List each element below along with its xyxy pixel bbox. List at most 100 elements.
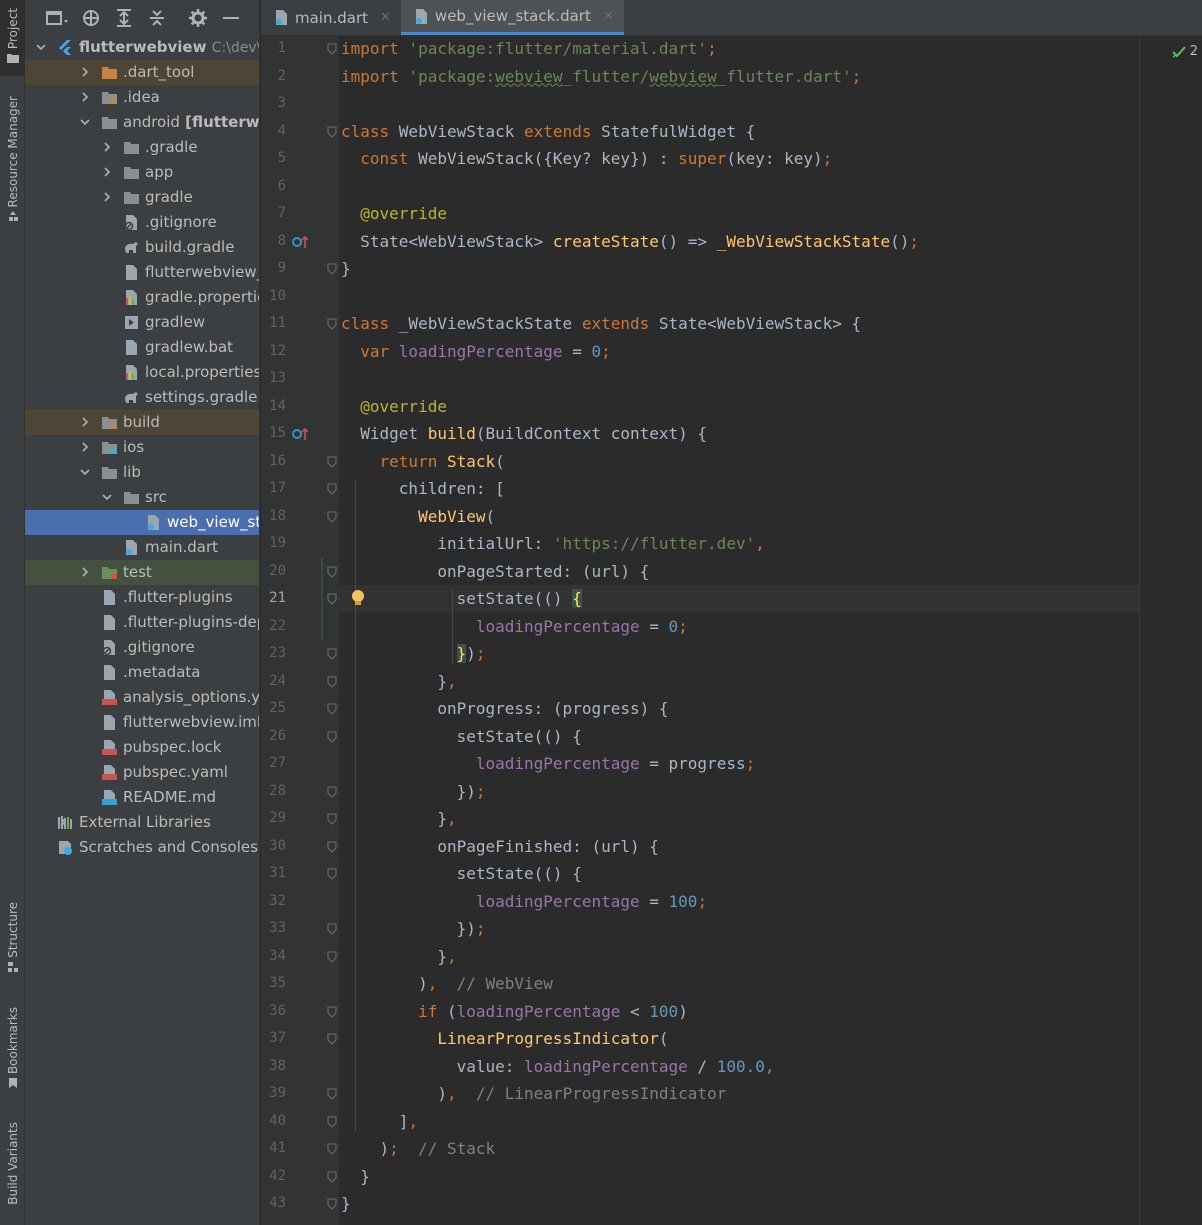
fold-marker-icon[interactable]	[327, 1198, 337, 1210]
collapse-all-button[interactable]	[140, 6, 173, 30]
locate-button[interactable]	[74, 6, 107, 30]
tree-item[interactable]: .gitignore	[25, 635, 259, 660]
tree-item[interactable]: build.gradle	[25, 235, 259, 260]
chevron-down-icon[interactable]	[79, 116, 91, 128]
chevron-right-icon[interactable]	[79, 566, 91, 578]
chevron-right-icon[interactable]	[79, 416, 91, 428]
project-tool-button[interactable]: Project	[0, 0, 25, 76]
fold-marker-icon[interactable]	[327, 1033, 337, 1045]
chevron-down-icon[interactable]	[101, 491, 113, 503]
tree-item[interactable]: web_view_stack.d	[25, 510, 259, 535]
tree-item[interactable]: Scratches and Consoles	[25, 835, 259, 860]
code-area[interactable]: 1 2 3 4 5 6 7 8 9 10 11 12 13 14 15 16 17 18 19 20 21 22 23 24 2…	[261, 36, 1202, 1225]
tree-item[interactable]: gradle	[25, 185, 259, 210]
tree-item[interactable]: android [flutterwebvie	[25, 110, 259, 135]
tool-window-stripe: Project Resource Manager Structure Bookm…	[0, 0, 25, 1225]
fold-marker-icon[interactable]	[327, 511, 337, 523]
fold-marker-icon[interactable]	[327, 841, 337, 853]
tree-item[interactable]: flutterwebview_andr	[25, 260, 259, 285]
fold-marker-icon[interactable]	[327, 1006, 337, 1018]
code-token: onPageStarted: (url) {	[341, 561, 650, 581]
code-token: (	[658, 1029, 669, 1048]
tree-item[interactable]: pubspec.lock	[25, 735, 259, 760]
tree-root-flutterwebview[interactable]: flutterwebview C:\dev\S	[25, 35, 259, 60]
close-icon[interactable]: ✕	[603, 9, 614, 24]
tree-item[interactable]: gradle.properties	[25, 285, 259, 310]
tree-item[interactable]: local.properties	[25, 360, 259, 385]
tree-item[interactable]: flutterwebview.iml	[25, 710, 259, 735]
line-number: 35	[269, 975, 286, 991]
fold-marker-icon[interactable]	[327, 923, 337, 935]
lightbulb-icon[interactable]	[351, 589, 365, 607]
chevron-right-icon[interactable]	[79, 66, 91, 78]
tree-item[interactable]: .gitignore	[25, 210, 259, 235]
tree-item[interactable]: .gradle	[25, 135, 259, 160]
tree-item[interactable]: settings.gradle	[25, 385, 259, 410]
fold-marker-icon[interactable]	[327, 731, 337, 743]
tree-item[interactable]: .flutter-plugins-depend	[25, 610, 259, 635]
chevron-right-icon[interactable]	[101, 141, 113, 153]
bookmarks-tool-button[interactable]: Bookmarks	[0, 1007, 25, 1102]
code-token: ;	[822, 149, 833, 168]
fold-marker-icon[interactable]	[327, 786, 337, 798]
tree-item[interactable]: analysis_options.yaml	[25, 685, 259, 710]
tree-item-name: gradlew	[145, 313, 206, 331]
chevron-right-icon[interactable]	[79, 441, 91, 453]
fold-marker-icon[interactable]	[327, 1088, 337, 1100]
tree-item[interactable]: README.md	[25, 785, 259, 810]
tree-item[interactable]: src	[25, 485, 259, 510]
tree-item[interactable]: .idea	[25, 85, 259, 110]
fold-marker-icon[interactable]	[327, 318, 337, 330]
tree-item[interactable]: test	[25, 560, 259, 585]
settings-button[interactable]	[181, 6, 214, 30]
chevron-right-icon[interactable]	[101, 191, 113, 203]
structure-tool-button[interactable]: Structure	[0, 902, 25, 986]
project-view-dropdown[interactable]	[41, 6, 74, 30]
tree-item[interactable]: ios	[25, 435, 259, 460]
fold-marker-icon[interactable]	[327, 648, 337, 660]
fold-marker-icon[interactable]	[327, 1143, 337, 1155]
fold-marker-icon[interactable]	[327, 593, 337, 605]
tree-item[interactable]: build	[25, 410, 259, 435]
tab-main-dart[interactable]: main.dart ✕	[261, 0, 401, 35]
tree-item[interactable]: gradlew	[25, 310, 259, 335]
tree-item[interactable]: .metadata	[25, 660, 259, 685]
close-icon[interactable]: ✕	[380, 10, 391, 25]
fold-marker-icon[interactable]	[327, 43, 337, 55]
chevron-right-icon[interactable]	[101, 166, 113, 178]
fold-marker-icon[interactable]	[327, 1116, 337, 1128]
fold-marker-icon[interactable]	[327, 676, 337, 688]
fold-marker-icon[interactable]	[327, 951, 337, 963]
inspections-widget[interactable]: 2	[1172, 44, 1202, 59]
resource-manager-tool-button[interactable]: Resource Manager	[0, 96, 25, 241]
fold-marker-icon[interactable]	[327, 813, 337, 825]
overrides-method-icon[interactable]	[292, 234, 310, 250]
code-line: ), // WebView	[341, 970, 553, 998]
fold-marker-icon[interactable]	[327, 263, 337, 275]
tree-item[interactable]: gradlew.bat	[25, 335, 259, 360]
line-number: 38	[269, 1057, 286, 1074]
tree-item[interactable]: main.dart	[25, 535, 259, 560]
tree-item[interactable]: .dart_tool	[25, 60, 259, 85]
fold-marker-icon[interactable]	[327, 1171, 337, 1183]
chevron-right-icon[interactable]	[79, 91, 91, 103]
fold-marker-icon[interactable]	[327, 868, 337, 880]
tree-item[interactable]: lib	[25, 460, 259, 485]
fold-marker-icon[interactable]	[327, 483, 337, 495]
tree-item[interactable]: pubspec.yaml	[25, 760, 259, 785]
line-number: 16	[269, 452, 286, 469]
overrides-method-icon[interactable]	[292, 426, 310, 442]
chevron-down-icon[interactable]	[79, 466, 91, 478]
build-variants-tool-button[interactable]: Build Variants	[0, 1122, 25, 1225]
tab-web-view-stack-dart[interactable]: web_view_stack.dart ✕	[400, 0, 624, 35]
hide-panel-button[interactable]	[214, 6, 247, 30]
code-line: loadingPercentage = 100;	[341, 888, 707, 916]
fold-marker-icon[interactable]	[327, 703, 337, 715]
tree-item[interactable]: External Libraries	[25, 810, 259, 835]
tree-item[interactable]: app	[25, 160, 259, 185]
fold-marker-icon[interactable]	[327, 126, 337, 138]
tree-item[interactable]: .flutter-plugins	[25, 585, 259, 610]
fold-marker-icon[interactable]	[327, 566, 337, 578]
expand-all-button[interactable]	[107, 6, 140, 30]
fold-marker-icon[interactable]	[327, 456, 337, 468]
